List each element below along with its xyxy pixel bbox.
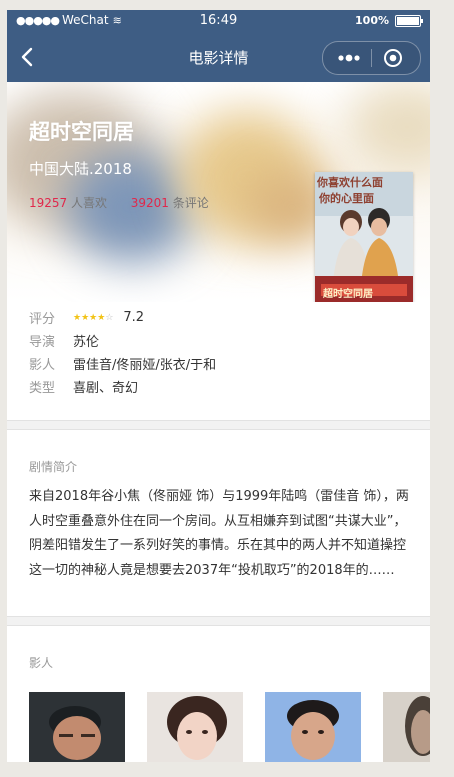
mini-program-capsule	[322, 41, 421, 75]
target-close-icon	[384, 49, 402, 67]
battery-icon	[395, 14, 423, 27]
rating-stars: ★★★★☆	[73, 313, 113, 323]
close-button[interactable]	[383, 48, 403, 68]
more-button[interactable]	[333, 49, 365, 67]
rating-row: 评分 ★★★★☆ 7.2	[29, 306, 216, 329]
cast-list	[29, 692, 430, 762]
comments-label: 条评论	[172, 196, 209, 210]
rating-label: 评分	[29, 312, 56, 327]
likes-label: 人喜欢	[71, 196, 108, 210]
battery-percent: 100%	[355, 14, 389, 27]
cast-label: 影人	[29, 358, 56, 373]
cast-photo[interactable]	[383, 692, 430, 762]
summary-text: 来自2018年谷小焦（佟丽娅 饰）与1999年陆鸣（雷佳音 饰），两人时空重叠意…	[29, 489, 409, 578]
movie-title: 超时空同居	[29, 120, 134, 144]
cast-photo-image	[265, 692, 361, 762]
poster-text-top2: 你的心里面	[319, 192, 374, 205]
cast-photo[interactable]	[265, 692, 361, 762]
phone-screen: ●●●●● WeChat ≋ 16:49 100% 电影详情 超时空同居 中国大…	[7, 10, 430, 762]
capsule-divider	[371, 49, 372, 67]
cast-section-title: 影人	[29, 656, 54, 670]
cast-value: 雷佳音/佟丽娅/张衣/于和	[73, 358, 217, 373]
movie-stats: 19257 人喜欢 39201 条评论	[29, 194, 209, 211]
star-filled-icon: ★	[81, 312, 90, 323]
likes-count: 19257	[29, 196, 68, 210]
star-filled-icon: ★	[73, 312, 82, 323]
director-label: 导演	[29, 335, 56, 350]
section-divider	[7, 420, 430, 430]
summary-title: 剧情简介	[29, 460, 78, 474]
genre-value: 喜剧、奇幻	[73, 381, 139, 396]
movie-hero: 超时空同居 中国大陆.2018 19257 人喜欢 39201 条评论 你喜欢什…	[7, 82, 430, 302]
cast-photo-image	[29, 692, 125, 762]
poster-text-top: 你喜欢什么面	[317, 176, 383, 189]
cast-photo[interactable]	[29, 692, 125, 762]
movie-poster[interactable]: 你喜欢什么面 你的心里面 超时空同居	[315, 172, 413, 302]
cast-row: 影人 雷佳音/佟丽娅/张衣/于和	[29, 352, 216, 375]
status-bar: ●●●●● WeChat ≋ 16:49 100%	[7, 10, 430, 32]
movie-info: 评分 ★★★★☆ 7.2 导演 苏伦 影人 雷佳音/佟丽娅/张衣/于和 类型 喜…	[29, 306, 216, 398]
director-value: 苏伦	[73, 335, 100, 350]
cast-photo-image	[147, 692, 243, 762]
genre-row: 类型 喜剧、奇幻	[29, 375, 216, 398]
rating-value: 7.2	[123, 310, 145, 325]
star-empty-icon: ☆	[105, 312, 114, 323]
more-dots-icon	[338, 54, 360, 62]
status-right: 100%	[355, 14, 423, 27]
cast-photo[interactable]	[147, 692, 243, 762]
genre-label: 类型	[29, 381, 56, 396]
director-row: 导演 苏伦	[29, 329, 216, 352]
poster-title: 超时空同居	[323, 289, 373, 300]
nav-bar: 电影详情	[7, 32, 430, 82]
comments-count: 39201	[130, 196, 169, 210]
section-divider	[7, 616, 430, 626]
movie-region-year: 中国大陆.2018	[29, 160, 132, 178]
cast-photo-image	[383, 692, 430, 762]
hero-blur-shape	[347, 82, 430, 172]
